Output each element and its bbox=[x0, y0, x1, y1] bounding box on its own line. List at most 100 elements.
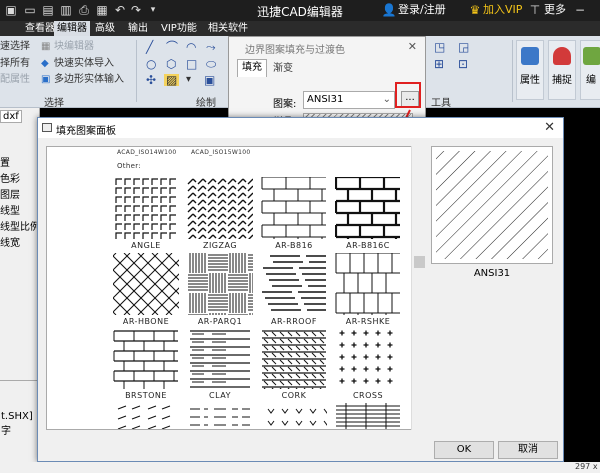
ellipse-tool-icon[interactable]: ⬭ bbox=[206, 58, 216, 70]
pattern-cell-cork[interactable]: CORK bbox=[261, 327, 327, 400]
block-editor-icon: ▦ bbox=[41, 41, 51, 52]
snap-label: 捕捉 bbox=[552, 75, 572, 86]
arc-tool-icon[interactable]: ◠ bbox=[186, 41, 196, 53]
pattern-cell-unnamed-15[interactable] bbox=[335, 403, 401, 429]
pattern-swatch-graphic bbox=[262, 253, 326, 315]
drawing-area[interactable] bbox=[563, 120, 600, 460]
pattern-name-label: ZIGZAG bbox=[202, 241, 238, 250]
polyline-tool-icon[interactable]: ⌒ bbox=[166, 41, 178, 53]
pattern-cell-unnamed-14[interactable] bbox=[261, 403, 327, 429]
ribbon-separator bbox=[136, 40, 137, 102]
edit-button[interactable]: 编 bbox=[580, 40, 600, 100]
other-label: Other: bbox=[117, 162, 141, 170]
polygon-tool-icon[interactable]: ⬡ bbox=[166, 58, 176, 70]
property-color[interactable]: 色彩 bbox=[0, 170, 20, 185]
pattern-cell-clay[interactable]: CLAY bbox=[187, 327, 253, 400]
property-layer[interactable]: 图层 bbox=[0, 186, 20, 201]
rectangle-tool-icon[interactable]: □ bbox=[186, 58, 197, 70]
document-tab[interactable]: dxf bbox=[0, 110, 22, 123]
pattern-name-label: AR-RSHKE bbox=[345, 317, 391, 326]
tab-vip[interactable]: VIP功能 bbox=[158, 21, 200, 36]
tab-viewer[interactable]: 查看器 bbox=[22, 21, 58, 36]
scroll-thumb[interactable] bbox=[414, 256, 425, 268]
pattern-cell-unnamed-13[interactable] bbox=[187, 403, 253, 429]
property-settings[interactable]: 置 bbox=[0, 154, 10, 169]
pattern-name-label: ANGLE bbox=[131, 241, 161, 250]
tab-related-software[interactable]: 相关软件 bbox=[205, 21, 251, 36]
tool-b-icon[interactable]: ◲ bbox=[458, 41, 469, 53]
properties-panel: dxf 置 色彩 图层 线型 线型比例 线宽 bbox=[0, 108, 40, 380]
match-properties-button[interactable]: 配属性 bbox=[0, 74, 30, 86]
hatch-pattern-palette-dialog: 填充图案面板 ✕ ACAD_ISO14W100 ACAD_ISO15W100 O… bbox=[37, 117, 564, 462]
pattern-name-label: AR-HBONE bbox=[122, 317, 170, 326]
tool-a-icon[interactable]: ◳ bbox=[434, 41, 445, 53]
ok-button[interactable]: OK bbox=[434, 441, 494, 459]
table-tool-icon[interactable]: ▣ bbox=[204, 74, 215, 86]
pattern-cell-ar-rshke[interactable]: AR-RSHKE bbox=[335, 253, 401, 326]
tab-editor[interactable]: 编辑器 bbox=[54, 21, 90, 36]
pattern-swatch-graphic bbox=[114, 403, 178, 429]
properties-button[interactable]: 属性 bbox=[516, 40, 544, 100]
quick-select-button[interactable]: 速选择 bbox=[0, 41, 30, 53]
draw-group-label: 绘制 bbox=[196, 98, 216, 109]
property-lineweight[interactable]: 线宽 bbox=[0, 234, 20, 249]
tab-output[interactable]: 输出 bbox=[125, 21, 151, 36]
pattern-cell-cross[interactable]: CROSS bbox=[335, 327, 401, 400]
pattern-select-value: ANSI31 bbox=[307, 94, 344, 105]
join-vip-link[interactable]: 加入VIP bbox=[483, 2, 522, 18]
pattern-swatch-graphic bbox=[335, 177, 400, 239]
pattern-cell-ar-b816c[interactable]: AR-B816C bbox=[335, 177, 401, 250]
spline-tool-icon[interactable]: ⤳ bbox=[206, 41, 216, 53]
pattern-swatch-graphic bbox=[262, 403, 327, 429]
pattern-cell-angle[interactable]: ANGLE bbox=[113, 177, 179, 250]
pattern-name-label: BRSTONE bbox=[125, 391, 167, 400]
pattern-cell-zigzag[interactable]: ZIGZAG bbox=[187, 177, 253, 250]
tool-d-icon[interactable]: ⊡ bbox=[458, 58, 468, 70]
pattern-cell-unnamed-12[interactable] bbox=[113, 403, 179, 429]
pattern-cell-ar-b816[interactable]: AR-B816 bbox=[261, 177, 327, 250]
dialog-window-icon bbox=[42, 123, 52, 132]
pattern-cell-ar-hbone[interactable]: AR-HBONE bbox=[113, 253, 179, 326]
tab-advanced[interactable]: 高级 bbox=[92, 21, 118, 36]
hatch-tool-icon[interactable]: ▨ bbox=[164, 74, 180, 86]
palette-title: 填充图案面板 bbox=[56, 126, 116, 137]
quick-entity-import-button[interactable]: 快速实体导入 bbox=[54, 58, 114, 70]
pattern-swatch-graphic bbox=[187, 177, 253, 239]
point-tool-icon[interactable]: ✣ bbox=[146, 74, 156, 86]
tool-c-icon[interactable]: ⊞ bbox=[434, 58, 444, 70]
pattern-cell-ar-rroof[interactable]: AR-RROOF bbox=[261, 253, 327, 326]
cancel-button[interactable]: 取消 bbox=[498, 441, 558, 459]
pattern-cell-ar-parq1[interactable]: AR-PARQ1 bbox=[187, 253, 253, 326]
command-text: t.SHX] 字 bbox=[1, 411, 33, 437]
polygon-entity-icon: ▣ bbox=[41, 74, 51, 85]
hatch-dropdown-icon[interactable]: ▾ bbox=[186, 74, 191, 86]
command-line[interactable]: t.SHX] 字 bbox=[0, 380, 40, 462]
pattern-scrollbar[interactable] bbox=[411, 146, 427, 430]
close-icon[interactable]: ✕ bbox=[544, 120, 555, 135]
pattern-swatch-graphic bbox=[261, 177, 326, 239]
quick-entity-import-icon: ◆ bbox=[41, 58, 49, 69]
login-register-link[interactable]: 登录/注册 bbox=[398, 2, 446, 18]
snap-button[interactable]: 捕捉 bbox=[548, 40, 576, 100]
tab-fill[interactable]: 填充 bbox=[237, 59, 267, 77]
properties-icon bbox=[521, 47, 539, 65]
polygon-entity-input-button[interactable]: 多边形实体输入 bbox=[54, 74, 124, 86]
more-menu[interactable]: 更多 bbox=[544, 2, 566, 18]
snap-magnet-icon bbox=[553, 47, 571, 65]
minimize-icon[interactable]: − bbox=[574, 2, 586, 18]
palette-title-bar: 填充图案面板 ✕ bbox=[38, 118, 563, 138]
line-tool-icon[interactable]: ╱ bbox=[146, 41, 153, 53]
pattern-name-label: CORK bbox=[281, 391, 307, 400]
pattern-cell-brstone[interactable]: BRSTONE bbox=[113, 327, 179, 400]
select-all-button[interactable]: 择所有 bbox=[0, 58, 30, 70]
property-linetype[interactable]: 线型 bbox=[0, 202, 20, 217]
block-editor-button[interactable]: 块编辑器 bbox=[54, 41, 94, 53]
close-icon[interactable]: ✕ bbox=[408, 40, 417, 53]
circle-tool-icon[interactable]: ○ bbox=[146, 58, 156, 70]
property-linetype-scale[interactable]: 线型比例 bbox=[0, 218, 40, 233]
tab-gradient[interactable]: 渐变 bbox=[273, 61, 293, 77]
pattern-grid[interactable]: ACAD_ISO14W100 ACAD_ISO15W100 Other: ANG… bbox=[46, 146, 427, 430]
highlight-box bbox=[395, 82, 421, 108]
edit-icon bbox=[583, 47, 600, 65]
shirt-icon[interactable]: ⊤ bbox=[527, 2, 543, 18]
